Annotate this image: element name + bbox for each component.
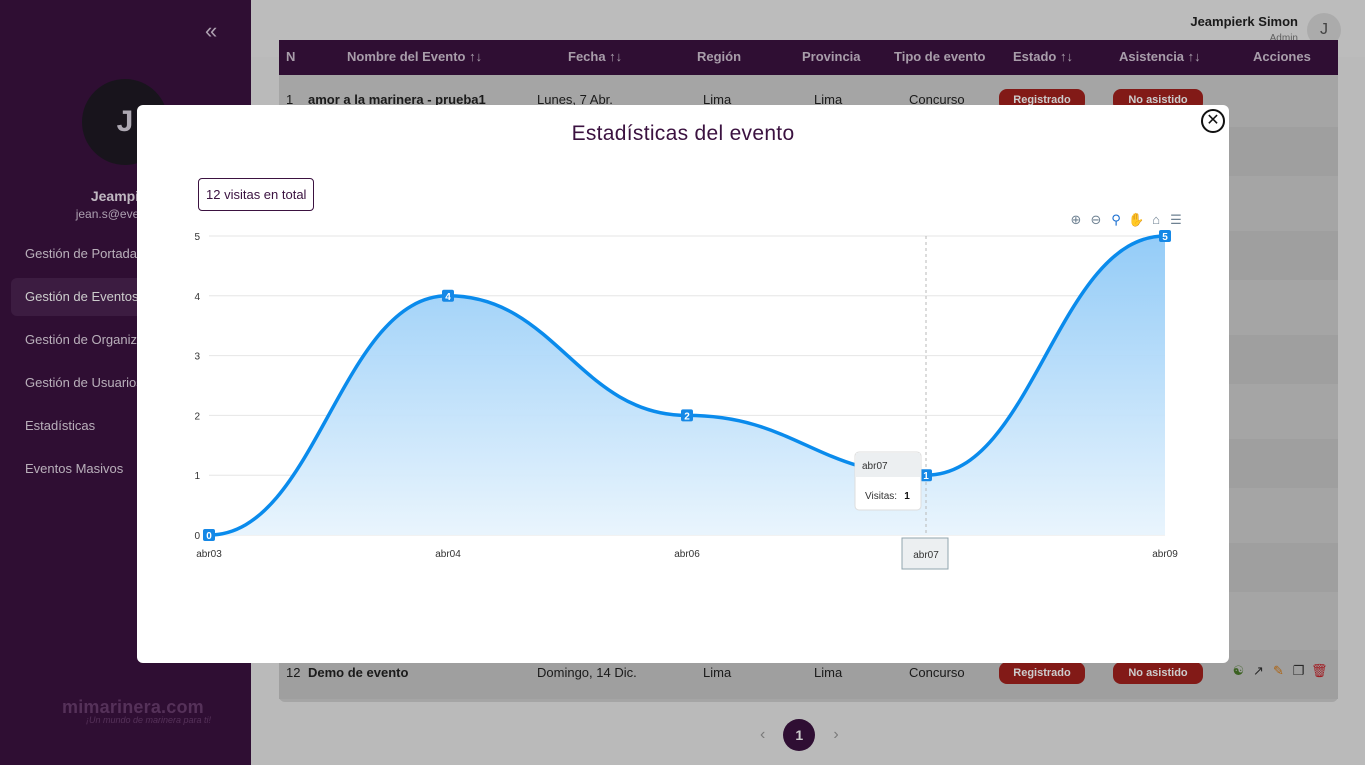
tooltip-value: 1: [904, 491, 910, 502]
x-tick-label: abr03: [196, 549, 222, 560]
data-label-text: 5: [1162, 232, 1168, 243]
x-tick-label: abr06: [674, 549, 700, 560]
y-tick-label: 4: [194, 292, 200, 303]
x-tick-label: abr04: [435, 549, 461, 560]
y-tick-label: 2: [194, 411, 200, 422]
series-area: [209, 236, 1165, 535]
y-tick-label: 3: [194, 352, 200, 363]
x-tick-label: abr09: [1152, 549, 1178, 560]
tooltip-label: Visitas:: [865, 491, 897, 502]
tooltip-category: abr07: [862, 461, 888, 472]
data-label-text: 4: [445, 292, 451, 303]
y-tick-label: 1: [194, 471, 200, 482]
y-axis: 0 1 2 3 4 5: [194, 232, 200, 542]
x-tooltip-label: abr07: [913, 550, 939, 561]
data-label: 0: [203, 529, 215, 542]
data-label-text: 1: [923, 471, 929, 482]
visits-area-chart: 0 1 2 3 4 5 abr03 abr04 abr06 abr07 abr09 0 4 2 1 5 a…: [194, 230, 1178, 570]
data-label-text: 0: [206, 531, 212, 542]
data-label-text: 2: [684, 411, 690, 422]
data-label: 2: [681, 409, 693, 422]
x-axis-tooltip: abr07: [901, 537, 949, 570]
data-label: 4: [442, 289, 454, 303]
x-axis: abr03 abr04 abr06 abr07 abr09: [196, 549, 1178, 560]
y-tick-label: 5: [194, 232, 200, 243]
stats-modal: Estadísticas del evento ✕ 12 visitas en …: [137, 105, 1229, 663]
data-label: 1: [920, 469, 932, 482]
y-tick-label: 0: [194, 531, 200, 542]
data-label: 5: [1159, 230, 1171, 243]
chart-tooltip: abr07 Visitas: 1: [854, 451, 922, 511]
